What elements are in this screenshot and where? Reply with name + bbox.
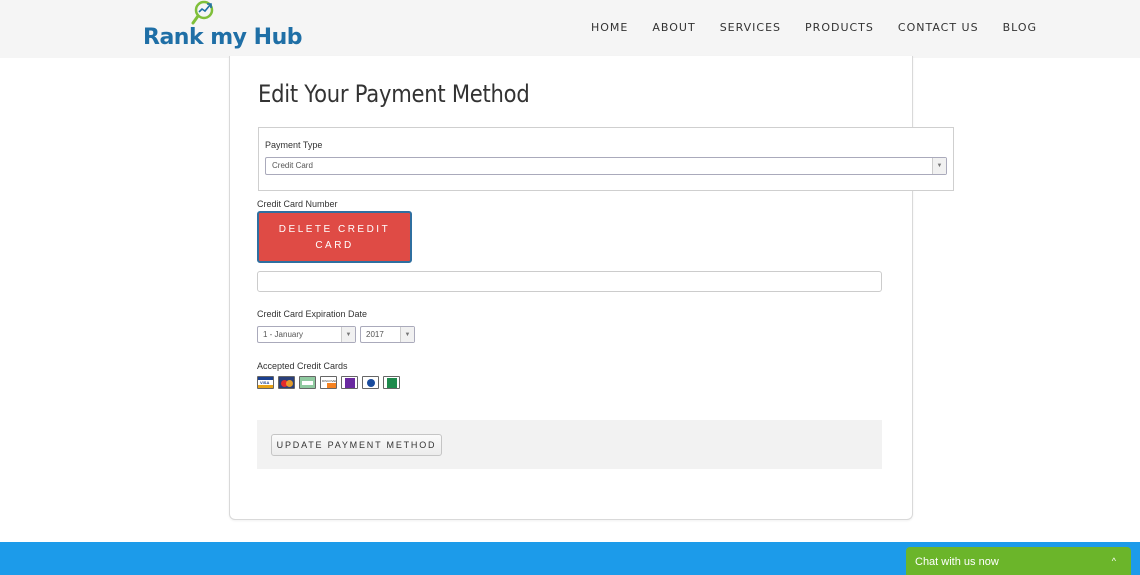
- nav-services[interactable]: SERVICES: [720, 21, 781, 34]
- diners-club-card-icon: [362, 376, 379, 389]
- chat-label: Chat with us now: [915, 556, 999, 568]
- chevron-down-icon: ▼: [932, 158, 946, 174]
- jcb-card-icon: [383, 376, 400, 389]
- discover-card-icon: DISCOVER: [320, 376, 337, 389]
- logo[interactable]: Rank my Hub: [143, 0, 302, 56]
- expiration-month-select[interactable]: 1 - January ▼: [257, 326, 356, 343]
- expiration-year-select[interactable]: 2017 ▼: [360, 326, 415, 343]
- purple-card-icon: [341, 376, 358, 389]
- update-payment-method-button[interactable]: UPDATE PAYMENT METHOD: [271, 434, 442, 456]
- magnifier-chart-icon: [191, 0, 214, 25]
- main-nav: HOME ABOUT SERVICES PRODUCTS CONTACT US …: [591, 21, 1061, 34]
- visa-card-icon: VISA: [257, 376, 274, 389]
- site-header: Rank my Hub HOME ABOUT SERVICES PRODUCTS…: [0, 0, 1140, 58]
- expiration-date-label: Credit Card Expiration Date: [257, 309, 368, 319]
- expiration-month-value: 1 - January: [263, 330, 304, 339]
- payment-type-select[interactable]: Credit Card ▼: [265, 157, 947, 175]
- amex-card-icon: [299, 376, 316, 389]
- chevron-up-icon: ^: [1111, 556, 1116, 566]
- accepted-cards-label: Accepted Credit Cards: [257, 361, 348, 371]
- logo-text: Rank my Hub: [143, 25, 302, 50]
- nav-contact-us[interactable]: CONTACT US: [898, 21, 979, 34]
- chevron-down-icon: ▼: [400, 327, 414, 342]
- page-title: Edit Your Payment Method: [258, 80, 530, 108]
- payment-type-value: Credit Card: [272, 161, 313, 170]
- nav-home[interactable]: HOME: [591, 21, 628, 34]
- chat-widget[interactable]: Chat with us now ^: [906, 547, 1131, 575]
- payment-type-label: Payment Type: [265, 140, 323, 150]
- credit-card-number-input[interactable]: [257, 271, 882, 292]
- expiration-year-value: 2017: [366, 330, 384, 339]
- accepted-cards-list: VISA DISCOVER: [257, 376, 400, 389]
- chevron-down-icon: ▼: [341, 327, 355, 342]
- nav-about[interactable]: ABOUT: [652, 21, 695, 34]
- nav-blog[interactable]: BLOG: [1003, 21, 1037, 34]
- credit-card-number-label: Credit Card Number: [257, 199, 338, 209]
- delete-credit-card-button[interactable]: DELETE CREDIT CARD: [257, 211, 412, 263]
- mastercard-card-icon: [278, 376, 295, 389]
- nav-products[interactable]: PRODUCTS: [805, 21, 874, 34]
